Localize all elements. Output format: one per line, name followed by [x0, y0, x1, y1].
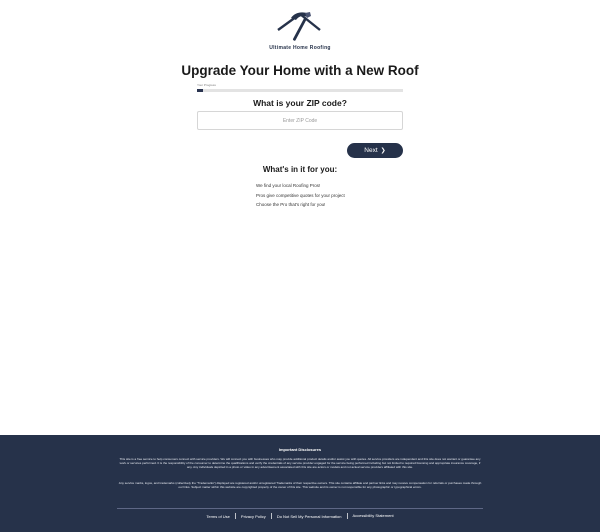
link-separator — [346, 513, 348, 519]
do-not-sell-link[interactable]: Do Not Sell My Personal Information — [272, 514, 347, 519]
benefits-list: We find your local Roofing Pros! Pros gi… — [256, 181, 345, 210]
footer: Important Disclosures This site is a fre… — [0, 435, 600, 532]
progress-bar — [197, 89, 403, 92]
zip-question: What is your ZIP code? — [253, 98, 347, 108]
disclosures-title: Important Disclosures — [278, 447, 322, 452]
zip-input[interactable] — [197, 111, 403, 130]
progress-fill — [197, 89, 204, 92]
footer-divider — [117, 508, 483, 509]
link-separator — [270, 513, 272, 519]
progress-label: Your Progress — [197, 83, 216, 87]
list-item: Pros give competitive quotes for your pr… — [256, 192, 345, 198]
link-separator — [234, 513, 236, 519]
disclosure-paragraph: This site is a free service to help cons… — [119, 457, 481, 469]
brand-logo[interactable]: Ultimate Home Roofing — [0, 10, 600, 51]
terms-link[interactable]: Terms of Use — [201, 514, 235, 519]
list-item: Choose the Pro that's right for you! — [256, 202, 326, 207]
privacy-link[interactable]: Privacy Policy — [236, 514, 271, 519]
list-item: We find your local Roofing Pros! — [256, 183, 321, 188]
chevron-right-icon: ❯ — [380, 147, 386, 154]
benefits-title: What's in it for you: — [262, 165, 338, 174]
hammer-icon — [277, 12, 321, 41]
disclosure-paragraph: Any service marks, logos, and trademarks… — [118, 481, 482, 489]
logo-text: Ultimate Home Roofing — [269, 45, 331, 51]
next-button[interactable]: Next ❯ — [347, 143, 403, 158]
page-title: Upgrade Your Home with a New Roof — [181, 63, 419, 78]
accessibility-link[interactable]: Accessibility Statement — [348, 513, 399, 518]
next-button-label: Next — [364, 147, 378, 154]
footer-links: Terms of Use Privacy Policy Do Not Sell … — [0, 513, 600, 519]
